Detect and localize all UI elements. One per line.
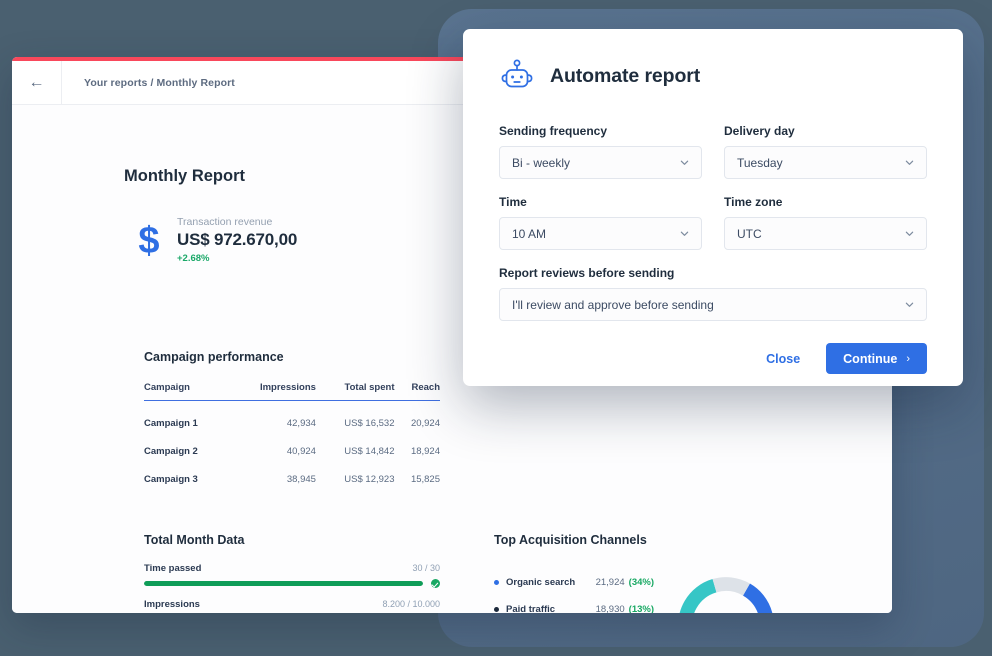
progress-track: [144, 581, 423, 586]
legend-value: 18,930: [596, 604, 625, 613]
progress-label: Impressions: [144, 599, 200, 610]
field-report-reviews: Report reviews before sending I'll revie…: [499, 266, 927, 321]
select-value: I'll review and approve before sending: [512, 298, 905, 312]
chevron-down-icon: [680, 229, 689, 238]
chevron-down-icon: [680, 158, 689, 167]
delivery-day-select[interactable]: Tuesday: [724, 146, 927, 179]
continue-label: Continue: [843, 352, 897, 366]
dialog-title: Automate report: [550, 65, 700, 88]
chevron-down-icon: [905, 300, 914, 309]
field-sending-frequency: Sending frequency Bi - weekly: [499, 124, 702, 179]
donut-chart: [672, 571, 780, 613]
select-value: Tuesday: [737, 156, 905, 170]
campaign-performance-section: Campaign performance Campaign Impression…: [144, 350, 440, 485]
legend-color-dot: [494, 580, 499, 585]
field-label: Delivery day: [724, 124, 927, 138]
table-cell: US$ 16,532: [316, 401, 395, 430]
kpi-transaction-revenue: $ Transaction revenue US$ 972.670,00 +2.…: [134, 216, 297, 264]
kpi-value: US$ 972.670,00: [177, 230, 297, 250]
section-title-channels: Top Acquisition Channels: [494, 533, 834, 547]
table-cell: 18,924: [394, 429, 440, 457]
time-zone-select[interactable]: UTC: [724, 217, 927, 250]
table-cell: 38,945: [228, 457, 316, 485]
report-reviews-select[interactable]: I'll review and approve before sending: [499, 288, 927, 321]
dollar-icon: $: [134, 218, 164, 262]
table-cell: 20,924: [394, 401, 440, 430]
column-header: Total spent: [316, 382, 395, 401]
column-header: Campaign: [144, 382, 228, 401]
dialog-header: Automate report: [499, 59, 927, 93]
field-time-zone: Time zone UTC: [724, 195, 927, 250]
select-value: 10 AM: [512, 227, 680, 241]
field-label: Time: [499, 195, 702, 209]
page-title: Monthly Report: [124, 167, 245, 186]
section-title-campaign: Campaign performance: [144, 350, 440, 364]
field-label: Report reviews before sending: [499, 266, 927, 280]
svg-text:$: $: [138, 220, 159, 262]
table-row: Campaign 1 42,934 US$ 16,532 20,924: [144, 401, 440, 430]
table-row: Campaign 3 38,945 US$ 12,923 15,825: [144, 457, 440, 485]
sending-frequency-select[interactable]: Bi - weekly: [499, 146, 702, 179]
chevron-right-icon: ›: [906, 353, 910, 365]
dialog-actions: Close Continue ›: [499, 343, 927, 374]
automate-report-dialog: Automate report Sending frequency Bi - w…: [463, 29, 963, 386]
column-header: Reach: [394, 382, 440, 401]
chevron-down-icon: [905, 158, 914, 167]
table-cell: US$ 14,842: [316, 429, 395, 457]
time-select[interactable]: 10 AM: [499, 217, 702, 250]
table-cell: 40,924: [228, 429, 316, 457]
legend-color-dot: [494, 607, 499, 612]
progress-value: 8.200 / 10.000: [382, 599, 440, 609]
chart-legend: Organic search21,924 (34%) Paid traffic18,…: [494, 565, 654, 613]
legend-label: Organic search: [506, 577, 596, 588]
table-cell: Campaign 1: [144, 401, 228, 430]
field-time: Time 10 AM: [499, 195, 702, 250]
legend-label: Paid traffic: [506, 604, 596, 613]
table-row: Campaign 2 40,924 US$ 14,842 18,924: [144, 429, 440, 457]
legend-percent: (13%): [629, 604, 654, 613]
progress-row: Time passed 30 / 30: [144, 563, 440, 588]
table-cell: US$ 12,923: [316, 457, 395, 485]
legend-item: Paid traffic18,930 (13%): [494, 604, 654, 613]
chevron-down-icon: [905, 229, 914, 238]
progress-value: 30 / 30: [412, 563, 440, 573]
robot-icon: [499, 59, 535, 93]
select-value: UTC: [737, 227, 905, 241]
table-cell: Campaign 2: [144, 429, 228, 457]
field-label: Sending frequency: [499, 124, 702, 138]
progress-fill: [144, 581, 423, 586]
table-header-row: Campaign Impressions Total spent Reach: [144, 382, 440, 401]
select-value: Bi - weekly: [512, 156, 680, 170]
progress-label: Time passed: [144, 563, 201, 574]
kpi-delta: +2.68%: [177, 253, 297, 264]
section-title-month: Total Month Data: [144, 533, 440, 547]
progress-complete-icon: [431, 579, 440, 588]
table-cell: Campaign 3: [144, 457, 228, 485]
legend-value: 21,924: [596, 577, 625, 588]
campaign-table: Campaign Impressions Total spent Reach C…: [144, 382, 440, 485]
close-button[interactable]: Close: [750, 344, 816, 374]
total-month-data-section: Total Month Data Time passed 30 / 30 Impre…: [144, 533, 440, 613]
legend-percent: (34%): [629, 577, 654, 588]
breadcrumb[interactable]: Your reports / Monthly Report: [62, 77, 235, 89]
field-delivery-day: Delivery day Tuesday: [724, 124, 927, 179]
field-label: Time zone: [724, 195, 927, 209]
column-header: Impressions: [228, 382, 316, 401]
continue-button[interactable]: Continue ›: [826, 343, 927, 374]
progress-row: Impressions 8.200 / 10.000: [144, 599, 440, 613]
table-cell: 42,934: [228, 401, 316, 430]
back-button[interactable]: ←: [12, 61, 62, 105]
dialog-form: Sending frequency Bi - weekly Delivery d…: [499, 124, 927, 321]
table-cell: 15,825: [394, 457, 440, 485]
legend-item: Organic search21,924 (34%): [494, 577, 654, 588]
acquisition-channels-section: Top Acquisition Channels Organic search2…: [494, 533, 834, 613]
kpi-label: Transaction revenue: [177, 216, 297, 228]
arrow-left-icon: ←: [29, 75, 45, 91]
